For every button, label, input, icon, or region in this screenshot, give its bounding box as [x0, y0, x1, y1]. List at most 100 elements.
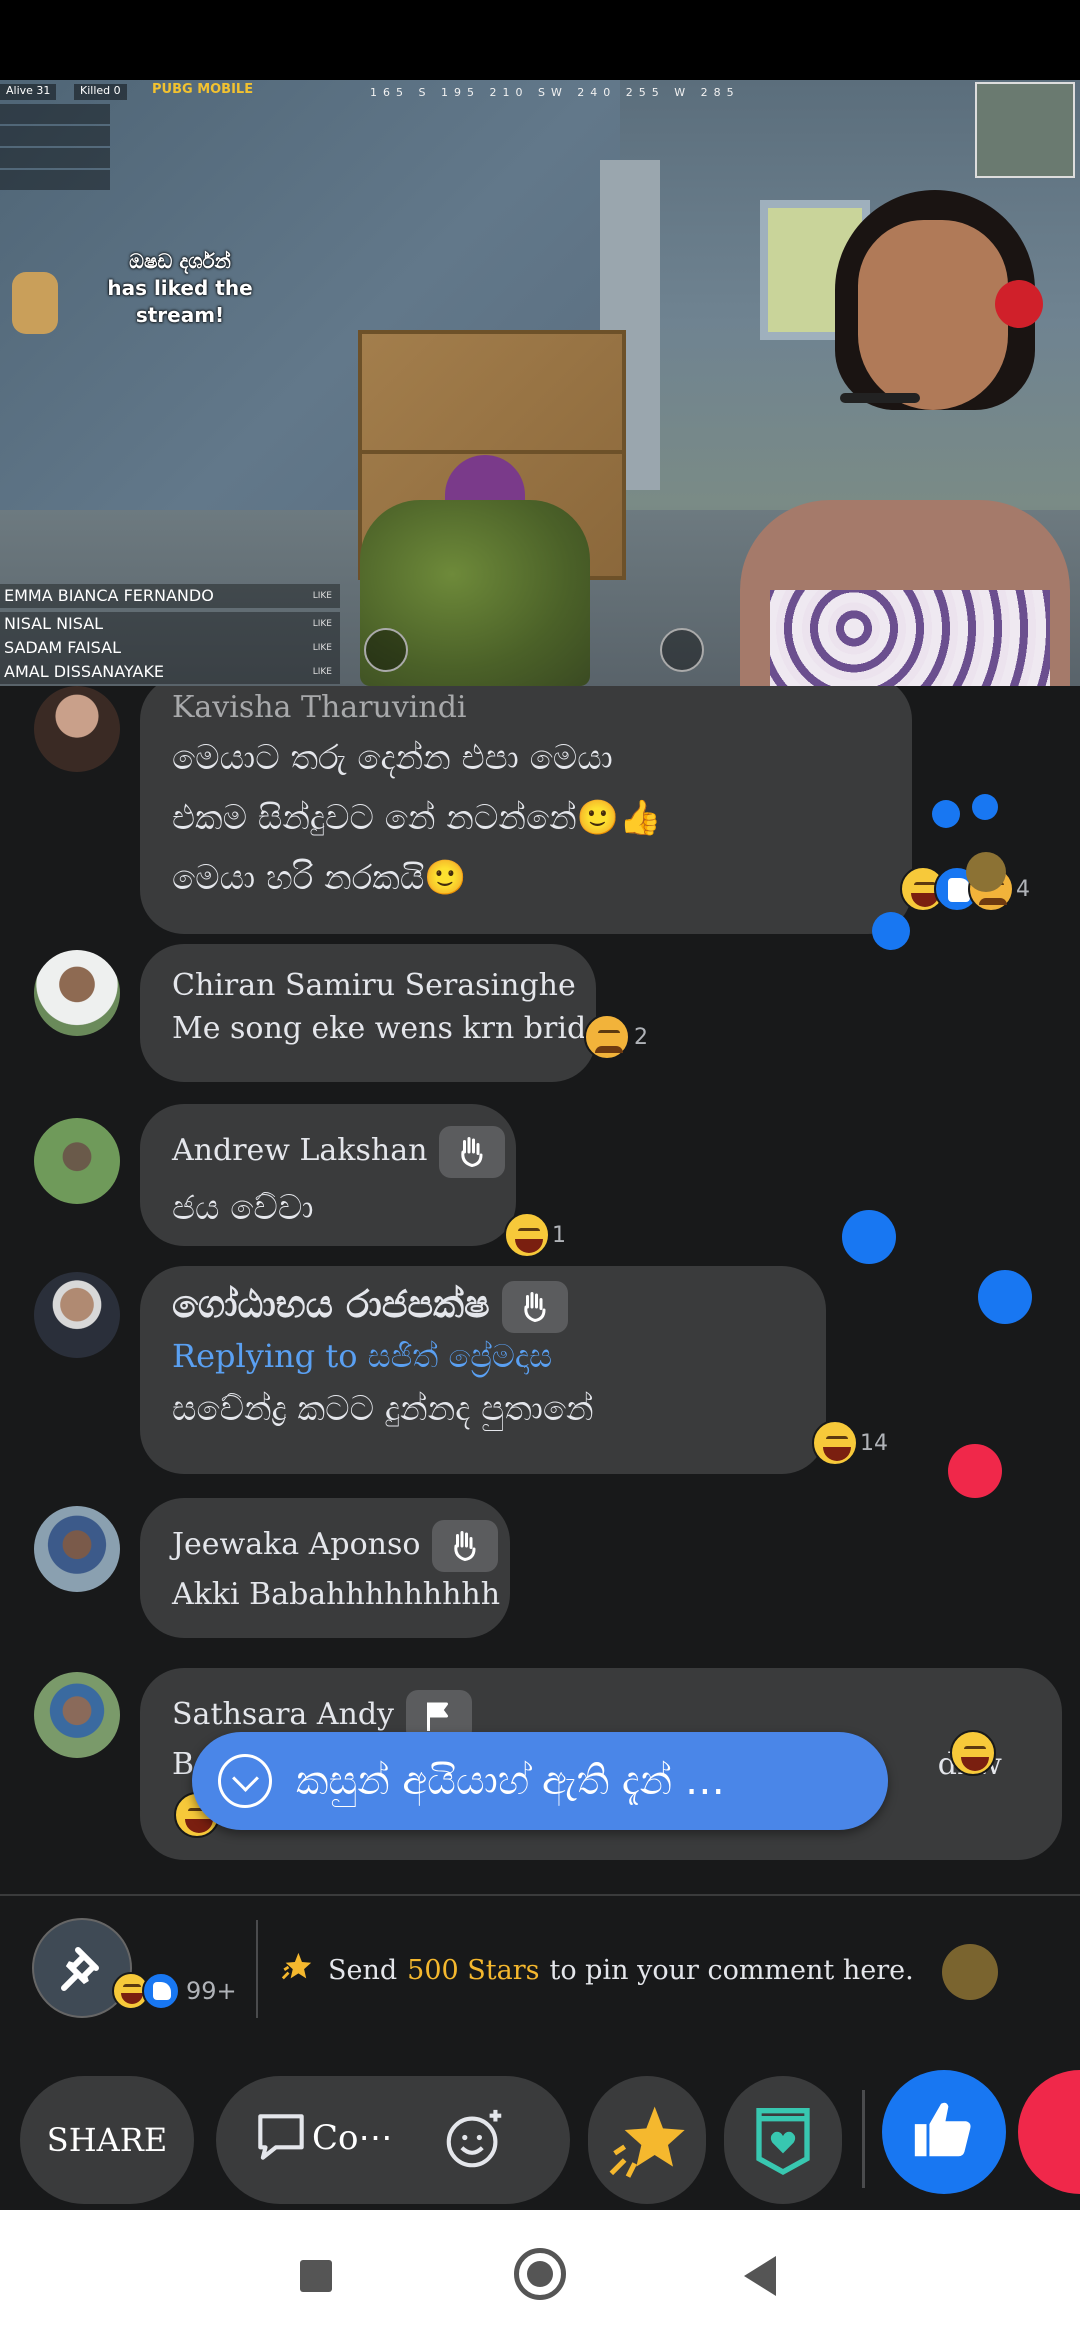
comment-text: ජය වේවා — [172, 1188, 314, 1228]
reaction-total: 99+ — [186, 1977, 237, 2005]
haha-reaction-icon — [812, 1420, 858, 1466]
new-comment-preview: කසුන් අයියාහ් ඇති දැන් … — [296, 1758, 725, 1804]
team-row — [0, 104, 110, 124]
comment-bubble[interactable]: Kavisha Tharuvindi මෙයාට තරු දෙන්න එපා ම… — [140, 686, 912, 934]
hud-team-list — [0, 104, 120, 192]
commenter-avatar[interactable] — [34, 1272, 120, 1358]
comment-bubble[interactable]: ගෝඨාභය රාජපක්ෂ Replying to සජිත් ප්‍රේමද… — [140, 1266, 826, 1474]
home-button[interactable] — [514, 2248, 566, 2300]
team-row — [0, 170, 110, 190]
commenter-avatar[interactable] — [34, 1672, 120, 1758]
comment-reactions[interactable]: 14 — [812, 1420, 888, 1466]
floating-like-icon — [972, 794, 998, 820]
haha-reaction-icon — [942, 1944, 998, 2000]
streamer-face — [858, 220, 1008, 410]
emoji-effects-icon[interactable] — [440, 2104, 510, 2183]
headset-mic — [840, 393, 920, 403]
commenter-avatar[interactable] — [34, 686, 120, 772]
comment-bubble[interactable]: Jeewaka Aponso Akki Babahhhhhhhhh — [140, 1498, 510, 1638]
commenter-avatar[interactable] — [34, 950, 120, 1036]
stars-amount: 500 Stars — [407, 1955, 540, 1986]
comment-author[interactable]: Andrew Lakshan — [172, 1126, 506, 1178]
reply-context[interactable]: Replying to සජිත් ප්‍රේමදාස — [172, 1333, 794, 1379]
liked-user-avatar — [12, 272, 58, 334]
back-button[interactable] — [744, 2256, 776, 2296]
commenter-avatar[interactable] — [34, 1118, 120, 1204]
comment-placeholder: Co⋯ — [312, 2118, 393, 2158]
commenter-avatar[interactable] — [34, 1506, 120, 1592]
hud-compass: 165 S 195 210 SW 240 255 W 285 — [370, 86, 740, 99]
comment-reactions[interactable]: 2 — [584, 1014, 648, 1060]
comment-text: මෙයාට තරු දෙන්න එපා මෙයා — [172, 738, 613, 778]
share-button[interactable]: SHARE — [20, 2076, 194, 2204]
support-badge-button[interactable] — [724, 2076, 842, 2204]
liker-row: AMAL DISSANAYAKE LIKE — [0, 660, 340, 684]
chevron-down-icon — [218, 1754, 272, 1808]
liker-row: EMMA BIANCA FERNANDO LIKE — [0, 584, 340, 608]
live-stream-screen: Alive 31 Killed 0 PUBG MOBILE 165 S 195 … — [0, 0, 1080, 2340]
liked-message: has liked the stream! — [107, 276, 253, 327]
comment-author[interactable]: Chiran Samiru Serasinghe — [172, 966, 576, 1006]
team-row — [0, 148, 110, 168]
floating-like-icon — [978, 1270, 1032, 1324]
pubg-logo: PUBG MOBILE — [152, 82, 254, 97]
sad-reaction-icon — [584, 1014, 630, 1060]
comment-bubble[interactable]: Chiran Samiru Serasinghe Me song eke wen… — [140, 944, 605, 1082]
status-bar — [0, 0, 1080, 80]
liked-user-name: ඔෂඩ දර්ශන් — [129, 249, 231, 273]
comment-text: Akki Babahhhhhhhhh — [172, 1577, 501, 1612]
game-button — [364, 628, 408, 672]
comment-text: සවේන්ද්‍ර කටට දුන්නද පුතානේ — [172, 1388, 594, 1429]
new-comments-button[interactable]: කසුන් අයියාහ් ඇති දැන් … — [192, 1732, 888, 1830]
floating-like-icon — [842, 1210, 896, 1264]
floating-like-icon — [872, 912, 910, 950]
comment-reaction-emoji — [950, 1730, 996, 1776]
comment-list[interactable]: Kavisha Tharuvindi මෙයාට තරු දෙන්න එපා ම… — [0, 686, 1080, 1894]
floating-love-icon — [948, 1444, 1002, 1498]
comment-text: එකම සින්දුවට නේ නටන්නේ🙂👍 — [172, 798, 662, 838]
hair-flower — [995, 280, 1043, 328]
comment-text: Me song eke wens krn brida — [172, 1011, 605, 1046]
hud-alive: Alive 31 — [0, 84, 57, 100]
comment-icon — [250, 2106, 312, 2177]
reaction-count: 2 — [634, 1024, 648, 1050]
comment-author[interactable]: Kavisha Tharuvindi — [172, 688, 880, 728]
comment-author[interactable]: ගෝඨාභය රාජපක්ෂ — [172, 1276, 794, 1333]
comment-author[interactable]: Jeewaka Aponso — [172, 1520, 499, 1572]
reaction-summary[interactable]: 99+ — [112, 1972, 237, 2010]
haha-reaction-icon — [504, 1212, 550, 1258]
wave-badge-icon — [432, 1520, 499, 1572]
reaction-count: 1 — [552, 1222, 566, 1248]
shield-heart-icon — [756, 2108, 810, 2176]
thumbs-up-icon — [914, 2102, 971, 2157]
reaction-count: 4 — [1016, 876, 1030, 902]
floating-like-icon — [932, 800, 960, 828]
comment-reactions[interactable]: 4 — [900, 866, 1030, 912]
liker-row: NISAL NISAL LIKE — [0, 612, 340, 636]
game-minimap — [975, 82, 1075, 178]
streamer-dress — [770, 590, 1050, 686]
laughing-emoji-icon — [950, 1730, 996, 1776]
floating-haha-icon — [966, 852, 1006, 892]
star-icon — [280, 1950, 314, 1991]
wave-badge-icon — [501, 1280, 568, 1333]
divider — [862, 2090, 865, 2188]
reaction-count: 14 — [860, 1430, 888, 1456]
send-stars-button[interactable] — [588, 2076, 706, 2204]
like-reaction-icon — [142, 1972, 180, 2010]
wave-badge-icon — [439, 1126, 506, 1178]
recents-button[interactable] — [300, 2260, 332, 2292]
game-button — [660, 628, 704, 672]
pin-prompt[interactable]: Send 500 Stars to pin your comment here. — [280, 1950, 914, 1991]
comment-text: මෙයා හරි නරකයි🙂 — [172, 858, 467, 898]
comment-input[interactable]: Co⋯ — [216, 2076, 570, 2204]
like-button[interactable] — [882, 2070, 1006, 2194]
hud-killed: Killed 0 — [74, 84, 127, 100]
liked-notification: ඔෂඩ දර්ශන් has liked the stream! — [100, 248, 260, 329]
comment-reactions[interactable]: 1 — [504, 1212, 566, 1258]
comment-bubble[interactable]: Andrew Lakshan ජය වේවා — [140, 1104, 516, 1246]
divider — [256, 1920, 258, 2018]
team-row — [0, 126, 110, 146]
liker-row: SADAM FAISAL LIKE — [0, 636, 340, 660]
star-icon — [609, 2106, 685, 2178]
